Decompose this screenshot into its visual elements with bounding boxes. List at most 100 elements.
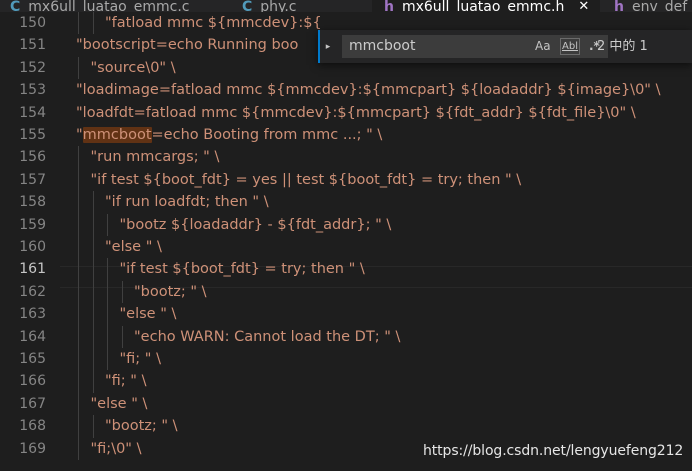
code-text: " — [76, 127, 83, 143]
tab-env-def[interactable]: h env_def — [614, 0, 687, 12]
indent-guide — [92, 325, 94, 348]
line-number: 163 — [19, 306, 46, 323]
code-line: "echo WARN: Cannot load the DT; " \ — [134, 328, 401, 345]
match-count: 2 中的 1 — [597, 39, 648, 54]
tab-label: phy.c — [260, 0, 297, 12]
code-line: "run mmcargs; " \ — [90, 149, 220, 166]
indent-guide — [78, 303, 79, 326]
indent-guide — [107, 303, 108, 326]
indent-guide — [92, 258, 94, 281]
indent-guide — [121, 325, 123, 348]
line-number: 160 — [19, 239, 46, 255]
line-number: 164 — [19, 328, 46, 345]
code-line: "else " \ — [90, 395, 148, 412]
indent-guide — [92, 280, 94, 304]
tab-label: mx6ull_luatao_emmc.h — [401, 0, 565, 12]
indent-guide — [78, 168, 79, 192]
line-number-gutter: 150 151 152 153 154 155 156 157 158 159 160 161 162 1… — [0, 12, 60, 471]
code-line: "bootz ${loadaddr} - ${fdt_addr}; " \ — [119, 216, 392, 233]
indent-guide — [107, 348, 108, 371]
code-line: "if test ${boot_fdt} = yes || test ${boo… — [90, 171, 522, 188]
indent-guide — [92, 191, 94, 214]
indent-guide — [78, 348, 79, 371]
indent-guide — [78, 258, 79, 281]
code-line: "if run loadfdt; then " \ — [105, 194, 269, 211]
indent-guide — [78, 236, 79, 259]
line-number: 156 — [19, 149, 46, 166]
indent-guide — [92, 213, 94, 236]
code-line: "loadimage=fatload mmc ${mmcdev}:${mmcpa… — [76, 82, 661, 99]
indent-guide — [78, 213, 79, 236]
indent-guide — [121, 280, 123, 304]
tab-mx6ull-luatao-emmc-c[interactable]: C mx6ull_luatao_emmc.c — [10, 0, 189, 12]
code-line: "loadfdt=fatload mmc ${mmcdev}:${mmcpart… — [76, 104, 636, 121]
indent-guide — [78, 56, 79, 80]
line-number: 152 — [19, 59, 46, 76]
tab-phy-c[interactable]: C phy.c — [242, 0, 296, 12]
indent-guide — [107, 213, 108, 236]
indent-guide — [92, 12, 94, 35]
indent-guide — [92, 348, 94, 371]
indent-guide — [92, 236, 94, 259]
indent-guide — [78, 325, 79, 348]
line-number: 157 — [19, 171, 46, 188]
toggle-replace-button[interactable]: ▸ — [318, 30, 336, 63]
tab-label: mx6ull_luatao_emmc.c — [28, 0, 190, 12]
find-widget: ▸ Aa Abl .* 2 中的 1 — [318, 30, 692, 63]
search-match-highlight: mmcboot — [82, 127, 152, 143]
code-line: "bootz; " \ — [105, 418, 178, 435]
line-number: 153 — [19, 82, 46, 99]
tab-mx6ull-luatao-emmc-h[interactable]: h mx6ull_luatao_emmc.h ✕ — [372, 0, 600, 12]
c-file-icon: C — [242, 0, 253, 12]
line-number: 161 — [19, 261, 46, 278]
code-line: "fi; " \ — [119, 351, 161, 367]
line-number: 169 — [19, 440, 46, 457]
line-number: 162 — [19, 283, 46, 300]
indent-guide — [78, 415, 79, 438]
indent-guide — [78, 146, 79, 169]
indent-guide — [78, 437, 79, 460]
c-file-icon: C — [10, 0, 21, 12]
code-line: "else " \ — [105, 239, 162, 255]
line-number: 151 — [19, 37, 46, 54]
h-file-icon: h — [614, 0, 624, 12]
match-case-icon[interactable]: Aa — [535, 38, 551, 55]
tab-label: env_def — [631, 0, 688, 12]
find-input[interactable] — [349, 35, 509, 58]
indent-guide — [78, 370, 79, 393]
code-editor[interactable]: 150 151 152 153 154 155 156 157 158 159 160 161 162 1… — [0, 12, 692, 471]
code-line: "bootz; " \ — [134, 283, 207, 300]
line-number: 165 — [19, 351, 46, 367]
indent-guide — [107, 258, 108, 281]
code-line: "mmcboot=echo Booting from mmc ...; " \ — [76, 124, 382, 146]
line-number: 154 — [19, 104, 46, 121]
find-input-box: Aa Abl .* — [342, 35, 608, 58]
indent-guide — [107, 325, 108, 348]
line-number: 159 — [19, 216, 46, 233]
line-number: 155 — [19, 127, 46, 143]
code-line: "fatload mmc ${mmcdev}:${ — [105, 15, 322, 31]
code-line: "fi;\0" \ — [90, 440, 142, 457]
indent-guide — [92, 415, 94, 438]
whole-word-icon[interactable]: Abl — [560, 38, 580, 55]
line-number: 166 — [19, 373, 46, 390]
code-line: "if test ${boot_fdt} = try; then " \ — [119, 261, 365, 278]
indent-guide — [78, 12, 79, 35]
indent-guide — [78, 392, 79, 416]
code-text: =echo Booting from mmc ...; " \ — [151, 127, 383, 143]
h-file-icon: h — [384, 0, 394, 12]
tab-bar: C mx6ull_luatao_emmc.c C phy.c h mx6ull_… — [0, 0, 692, 12]
indent-guide — [92, 303, 94, 326]
indent-guide — [78, 191, 79, 214]
close-icon[interactable]: ✕ — [578, 0, 589, 12]
code-line: "bootscript=echo Running boo — [76, 37, 299, 54]
chevron-right-icon: ▸ — [325, 41, 331, 52]
indent-guide — [78, 280, 79, 304]
line-number: 168 — [19, 418, 46, 435]
line-number: 150 — [19, 15, 46, 31]
code-line: "source\0" \ — [90, 59, 176, 76]
line-number: 167 — [19, 395, 46, 412]
indent-guide — [92, 370, 94, 393]
code-line: "else " \ — [119, 306, 177, 323]
indent-guide — [107, 280, 108, 304]
